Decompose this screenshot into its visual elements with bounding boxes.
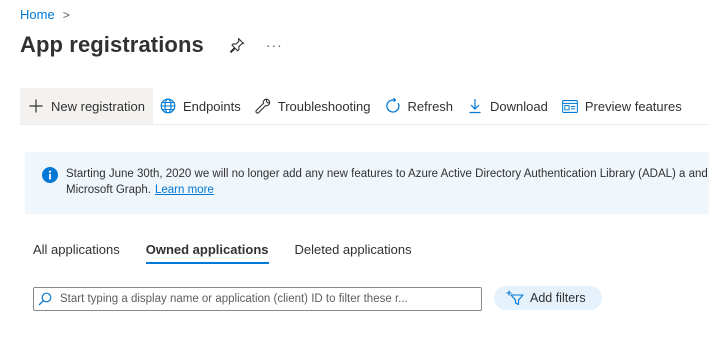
title-row: App registrations ··· (20, 32, 283, 58)
new-registration-label: New registration (51, 98, 145, 114)
refresh-icon (385, 98, 401, 114)
troubleshooting-label: Troubleshooting (277, 98, 371, 114)
breadcrumb-separator: > (62, 7, 70, 22)
tab-owned-applications[interactable]: Owned applications (145, 242, 269, 264)
wrench-icon (255, 98, 271, 114)
application-tabs: All applications Owned applications Dele… (33, 242, 412, 264)
command-bar: New registration Endpoints Troubleshooti… (20, 88, 689, 124)
refresh-label: Refresh (407, 98, 454, 114)
plus-icon (28, 98, 44, 114)
endpoints-button[interactable]: Endpoints (153, 88, 248, 124)
app-registrations-page: Home > App registrations ··· New registr… (0, 0, 709, 337)
pin-icon[interactable] (228, 36, 246, 54)
tab-all-applications[interactable]: All applications (33, 242, 120, 264)
info-banner: Starting June 30th, 2020 we will no long… (25, 152, 709, 214)
download-label: Download (490, 98, 548, 114)
globe-icon (160, 98, 176, 114)
breadcrumb-home-link[interactable]: Home (20, 7, 55, 22)
preview-features-icon (562, 98, 578, 114)
endpoints-label: Endpoints (182, 98, 241, 114)
download-icon (467, 98, 483, 114)
search-input[interactable] (58, 292, 481, 306)
add-filters-button[interactable]: Add filters (494, 286, 602, 310)
troubleshooting-button[interactable]: Troubleshooting (248, 88, 378, 124)
banner-message: Starting June 30th, 2020 we will no long… (66, 166, 709, 198)
preview-features-button[interactable]: Preview features (555, 88, 689, 124)
add-filter-icon (506, 290, 524, 306)
breadcrumb: Home > (20, 7, 70, 22)
preview-features-label: Preview features (584, 98, 682, 114)
search-icon (38, 292, 52, 306)
tab-deleted-applications[interactable]: Deleted applications (295, 242, 412, 264)
info-icon (42, 167, 58, 183)
new-registration-button[interactable]: New registration (20, 88, 153, 124)
more-options-button[interactable]: ··· (266, 37, 283, 53)
download-button[interactable]: Download (460, 88, 555, 124)
page-title: App registrations (20, 32, 204, 57)
learn-more-link[interactable]: Learn more (155, 184, 214, 196)
refresh-button[interactable]: Refresh (378, 88, 461, 124)
search-box (33, 287, 482, 311)
command-bar-divider (20, 124, 709, 125)
add-filters-label: Add filters (530, 291, 586, 305)
